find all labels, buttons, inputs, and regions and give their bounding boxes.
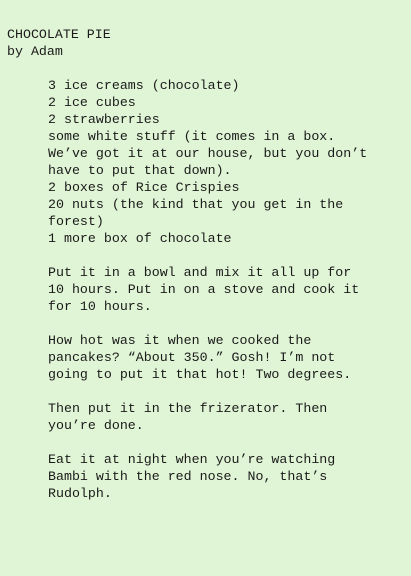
instruction-line: for 10 hours.	[48, 299, 152, 314]
instruction-line: Bambi with the red nose. No, that’s	[48, 469, 328, 484]
instruction-line: you’re done.	[48, 418, 144, 433]
instruction-line: 10 hours. Put in on a stove and cook it	[48, 282, 360, 297]
ingredient-line: have to put that down).	[48, 163, 232, 178]
ingredient-line: We’ve got it at our house, but you don’t	[48, 146, 368, 161]
instruction-line: How hot was it when we cooked the	[48, 333, 312, 348]
instruction-line: Then put it in the frizerator. Then	[48, 401, 328, 416]
instruction-line: going to put it that hot! Two degrees.	[48, 367, 352, 382]
recipe-title: CHOCOLATE PIE	[7, 27, 111, 42]
ingredient-line: 1 more box of chocolate	[48, 231, 232, 246]
ingredient-line: forest)	[48, 214, 104, 229]
instruction-line: pancakes? “About 350.” Gosh! I’m not	[48, 350, 336, 365]
instruction-line: Put it in a bowl and mix it all up for	[48, 265, 352, 280]
recipe-byline: by Adam	[7, 44, 63, 59]
ingredient-line: 20 nuts (the kind that you get in the	[48, 197, 344, 212]
ingredient-line: some white stuff (it comes in a box.	[48, 129, 336, 144]
ingredient-line: 2 ice cubes	[48, 95, 136, 110]
instruction-line: Rudolph.	[48, 486, 112, 501]
instruction-line: Eat it at night when you’re watching	[48, 452, 336, 467]
ingredient-line: 3 ice creams (chocolate)	[48, 78, 240, 93]
ingredient-line: 2 strawberries	[48, 112, 160, 127]
ingredient-line: 2 boxes of Rice Crispies	[48, 180, 240, 195]
recipe-page: CHOCOLATE PIE by Adam 3 ice creams (choc…	[0, 0, 411, 576]
